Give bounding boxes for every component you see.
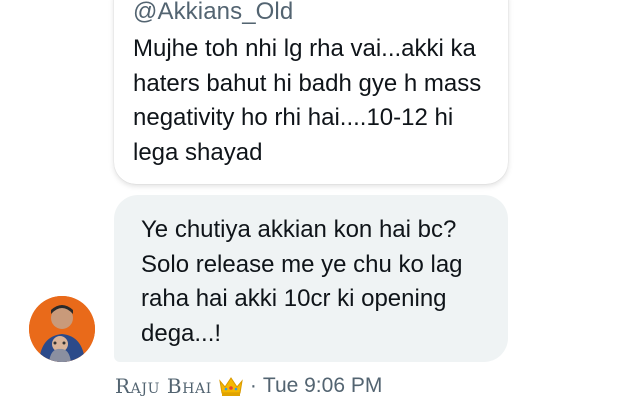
- message-text: Ye chutiya akkian kon hai bc? Solo relea…: [141, 216, 463, 347]
- avatar[interactable]: [29, 296, 95, 362]
- message-meta: Raju Bhai · Tue 9:06 PM: [115, 372, 382, 400]
- meta-separator: ·: [249, 374, 257, 397]
- message-timestamp: Tue 9:06 PM: [262, 374, 383, 397]
- quoted-handle[interactable]: @Akkians_Old: [133, 0, 293, 26]
- quoted-message-text: Mujhe toh nhi lg rha vai...akki ka hater…: [133, 35, 482, 166]
- message-bubble[interactable]: Ye chutiya akkian kon hai bc? Solo relea…: [114, 195, 508, 362]
- dm-conversation: @Akkians_Old Mujhe toh nhi lg rha vai...…: [0, 0, 630, 408]
- crown-icon: [218, 375, 244, 397]
- quoted-message-card[interactable]: @Akkians_Old Mujhe toh nhi lg rha vai...…: [114, 0, 508, 184]
- avatar-image: [29, 296, 95, 362]
- sender-name[interactable]: Raju Bhai: [115, 374, 212, 398]
